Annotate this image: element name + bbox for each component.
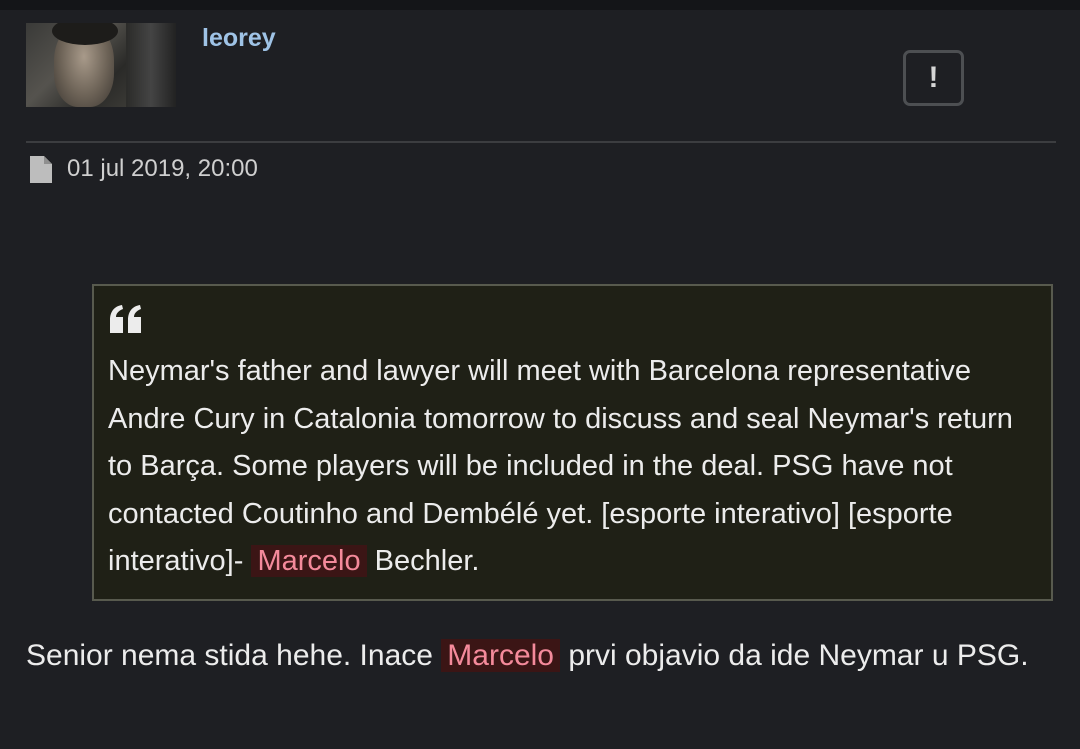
quote-icon (110, 305, 141, 333)
header-divider (26, 141, 1056, 143)
quote-text-before: Neymar's father and lawyer will meet wit… (108, 355, 1013, 577)
quote-text-after: Bechler. (366, 545, 480, 577)
post-date[interactable]: 01 jul 2019, 20:00 (67, 155, 258, 183)
exclamation-icon: ! (928, 61, 939, 94)
username-link[interactable]: leorey (202, 24, 276, 53)
document-icon (30, 155, 52, 183)
avatar-background (126, 23, 176, 107)
comment-mention-highlight: Marcelo (441, 639, 560, 672)
report-button[interactable]: ! (903, 50, 964, 106)
comment-text-after: prvi objavio da ide Neymar u PSG. (559, 639, 1029, 672)
quote-mention-highlight: Marcelo (251, 545, 367, 577)
quote-block: Neymar's father and lawyer will meet wit… (92, 284, 1053, 601)
avatar[interactable] (26, 23, 176, 107)
top-bar (0, 0, 1080, 10)
comment-text-before: Senior nema stida hehe. Inace (26, 639, 442, 672)
comment-text: Senior nema stida hehe. Inace Marcelo pr… (26, 632, 1056, 680)
quote-text: Neymar's father and lawyer will meet wit… (108, 348, 1038, 586)
post-meta: 01 jul 2019, 20:00 (30, 155, 258, 183)
